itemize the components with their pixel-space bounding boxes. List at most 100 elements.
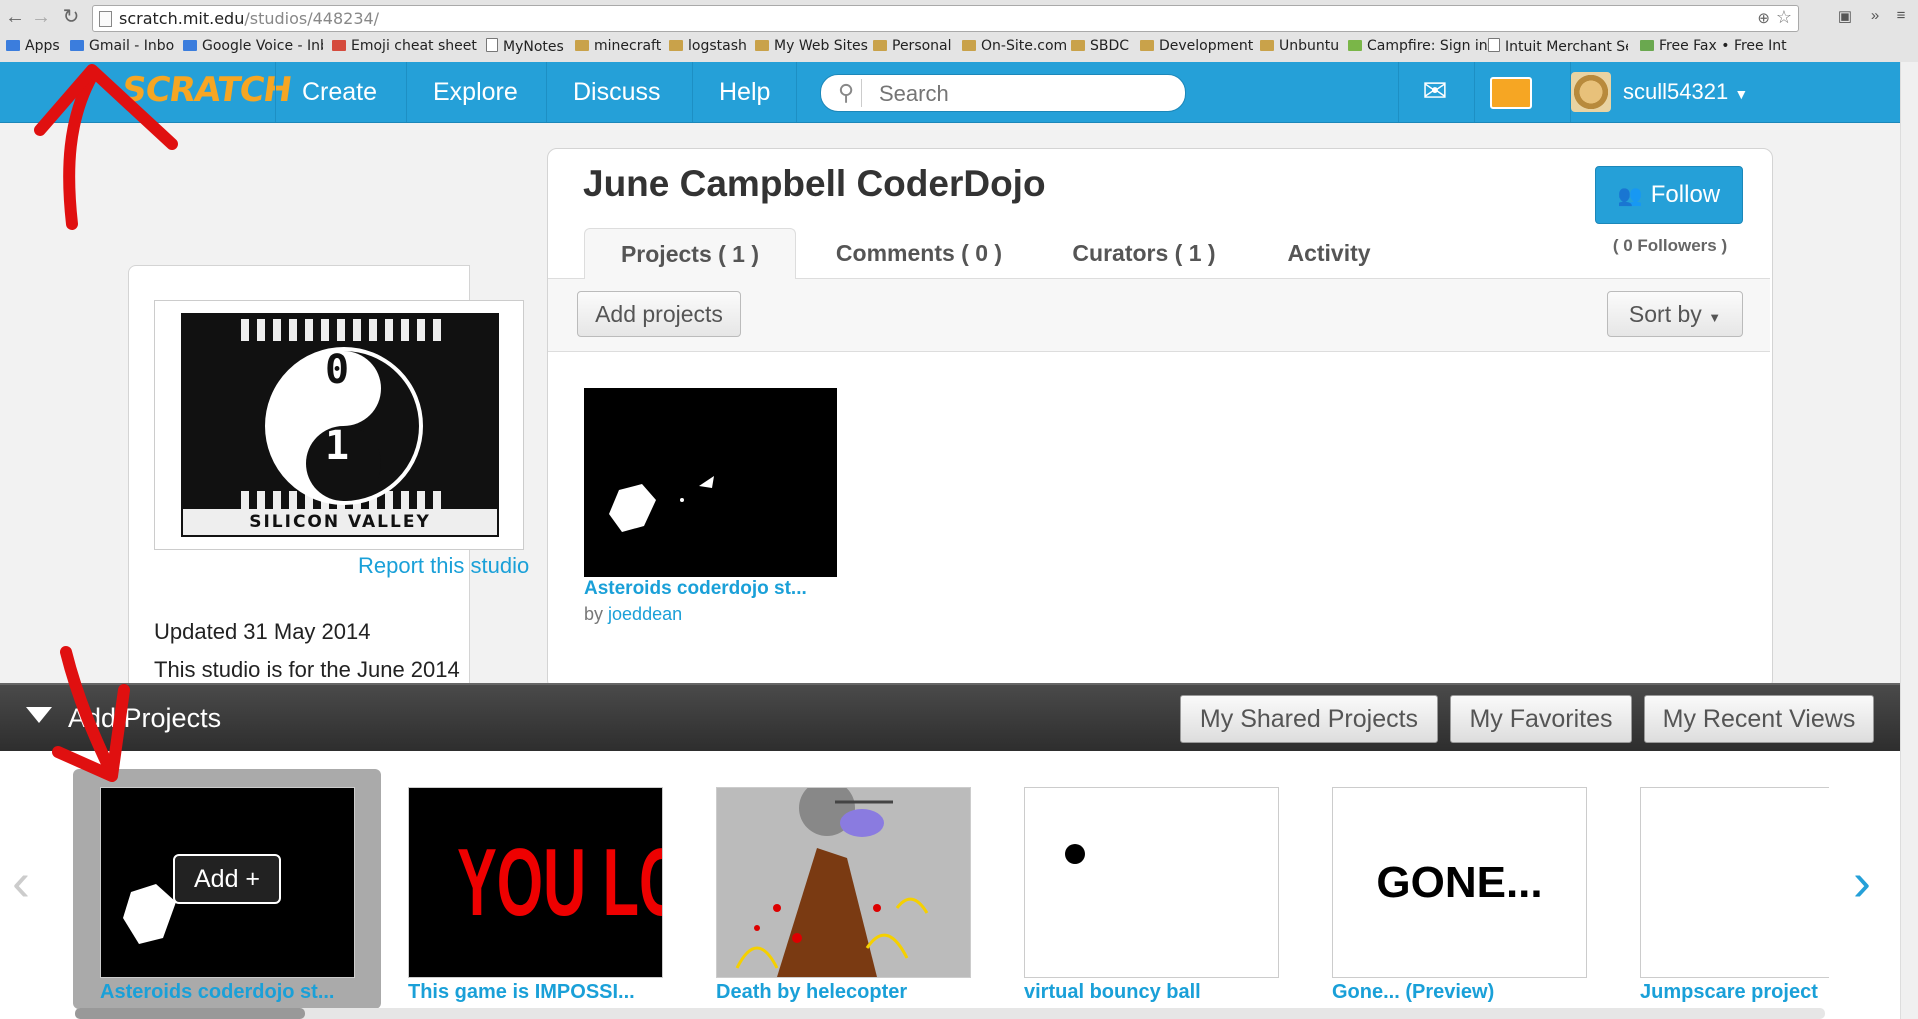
- project-thumbnail[interactable]: [584, 388, 837, 577]
- nav-explore[interactable]: Explore: [406, 62, 544, 122]
- studio-thumbnail: 0 1 SILICON VALLEY: [154, 300, 524, 550]
- back-icon[interactable]: ←: [4, 6, 26, 28]
- tray-project-card[interactable]: Jumpscare project: [1613, 769, 1829, 1009]
- you-lose-text: YOU LOSE: [457, 829, 662, 936]
- page-scrollbar[interactable]: [1900, 62, 1918, 1019]
- tab-curators[interactable]: Curators ( 1 ): [1044, 228, 1244, 278]
- folder-icon: [669, 40, 683, 51]
- bookmark-star-icon[interactable]: ☆: [1776, 7, 1792, 28]
- address-bar[interactable]: scratch.mit.edu/studios/448234/ ⊕ ☆: [92, 5, 1799, 32]
- bookmark-minecraft[interactable]: minecraft: [575, 38, 661, 54]
- studio-title: June Campbell CoderDojo: [583, 163, 1046, 204]
- tab-activity[interactable]: Activity: [1254, 228, 1404, 278]
- zoom-icon[interactable]: ⊕: [1757, 9, 1770, 27]
- tab-projects[interactable]: Projects ( 1 ): [584, 228, 796, 280]
- bookmark-sbdc[interactable]: SBDC: [1071, 38, 1129, 54]
- project-author: by joeddean: [584, 604, 683, 624]
- bookmark-development[interactable]: Development: [1140, 38, 1253, 54]
- studio-image: 0 1 SILICON VALLEY: [181, 313, 499, 537]
- gone-text: GONE...: [1376, 858, 1543, 907]
- more-bookmarks-icon[interactable]: »: [1866, 7, 1884, 25]
- browser-chrome: ← → ↻ scratch.mit.edu/studios/448234/ ⊕ …: [0, 0, 1918, 63]
- tab-comments[interactable]: Comments ( 0 ): [814, 228, 1024, 278]
- folder-icon: [1260, 40, 1274, 51]
- tray-project-title[interactable]: virtual bouncy ball: [1024, 981, 1201, 1004]
- author-link[interactable]: joeddean: [608, 604, 682, 624]
- tray-project-card[interactable]: Add + Asteroids coderdojo st...: [73, 769, 381, 1009]
- folder-icon: [962, 40, 976, 51]
- tray-scroll-thumb[interactable]: [75, 1008, 305, 1019]
- projects-toolbar: Add projects Sort by ▼: [548, 279, 1770, 352]
- my-favorites-button[interactable]: My Favorites: [1450, 695, 1632, 743]
- add-projects-tray: ‹ Add + Asteroids coderdojo st... YOU LO…: [0, 751, 1900, 1019]
- bookmark-campfire[interactable]: Campfire: Sign in: [1348, 38, 1488, 54]
- bookmark-emoji[interactable]: Emoji cheat sheet: [332, 38, 477, 54]
- user-menu[interactable]: scull54321 ▼: [1570, 62, 1748, 122]
- my-shared-projects-button[interactable]: My Shared Projects: [1180, 695, 1438, 743]
- tray-project-title[interactable]: Asteroids coderdojo st...: [100, 981, 334, 1004]
- bookmark-unbuntu[interactable]: Unbuntu: [1260, 38, 1339, 54]
- nav-help[interactable]: Help: [692, 62, 798, 122]
- tray-scrollbar[interactable]: [75, 1008, 1825, 1019]
- tray-project-title[interactable]: Gone... (Preview): [1332, 981, 1494, 1004]
- bookmark-intuit[interactable]: Intuit Merchant Se: [1488, 38, 1628, 55]
- digit-one: 1: [325, 423, 350, 469]
- bookmark-logstash[interactable]: logstash: [669, 38, 747, 54]
- url-path: /studios/448234/: [244, 9, 380, 28]
- scratch-logo[interactable]: SCRATCH: [119, 70, 294, 110]
- nav-discuss[interactable]: Discuss: [546, 62, 687, 122]
- tray-project-title[interactable]: This game is IMPOSSI...: [408, 981, 635, 1004]
- bookmarks-bar: Apps Gmail - Inbox Google Voice - Inbo E…: [0, 34, 1918, 60]
- folder-icon: [1140, 40, 1154, 51]
- bookmark-google-voice[interactable]: Google Voice - Inbo: [183, 38, 323, 54]
- nav-create[interactable]: Create: [275, 62, 403, 122]
- tray-project-card[interactable]: virtual bouncy ball: [997, 769, 1305, 1009]
- search-input[interactable]: [877, 79, 1171, 109]
- bookmark-free-fax[interactable]: Free Fax • Free Int: [1640, 38, 1790, 54]
- messages-icon[interactable]: ✉: [1398, 62, 1471, 122]
- project-title-link[interactable]: Asteroids coderdojo st...: [584, 578, 807, 600]
- bookmark-gmail[interactable]: Gmail - Inbox: [70, 38, 174, 54]
- tray-project-title[interactable]: Jumpscare project: [1640, 981, 1818, 1004]
- bookmark-my-web-sites[interactable]: My Web Sites: [755, 38, 868, 54]
- add-projects-button[interactable]: Add projects: [577, 291, 741, 337]
- follow-button[interactable]: 👥 Follow: [1595, 166, 1743, 224]
- url-host: scratch.mit.edu: [119, 9, 245, 28]
- tray-project-card[interactable]: YOU LOSE This game is IMPOSSI...: [381, 769, 689, 1009]
- google-voice-icon: [183, 40, 197, 51]
- users-icon: 👥: [1617, 185, 1643, 207]
- tray-project-card[interactable]: GONE... Gone... (Preview): [1305, 769, 1613, 1009]
- forward-icon[interactable]: →: [30, 6, 52, 28]
- add-project-button[interactable]: Add +: [173, 854, 281, 904]
- folder-icon: [1071, 40, 1085, 51]
- google-icon: [70, 40, 84, 51]
- scroll-left-icon[interactable]: ‹: [12, 851, 30, 913]
- intuit-icon: [1488, 38, 1500, 52]
- tray-title: Add Projects: [68, 703, 222, 733]
- extension-icon[interactable]: ▣: [1836, 7, 1854, 25]
- helicopter-scene: [735, 788, 929, 977]
- studio-image-caption: SILICON VALLEY: [183, 509, 497, 535]
- emoji-icon: [332, 40, 346, 51]
- menu-icon[interactable]: ≡: [1892, 7, 1910, 25]
- reload-icon[interactable]: ↻: [60, 6, 82, 28]
- bookmark-on-site[interactable]: On-Site.com: [962, 38, 1067, 54]
- folder-icon: [575, 40, 589, 51]
- bookmark-apps[interactable]: Apps: [6, 38, 60, 54]
- tray-project-card[interactable]: Death by helecopter: [689, 769, 997, 1009]
- bookmark-personal[interactable]: Personal: [873, 38, 952, 54]
- fax-icon: [1640, 40, 1654, 51]
- my-stuff-icon[interactable]: [1474, 62, 1547, 122]
- site-header: SCRATCH Create Explore Discuss Help ⚲ ✉ …: [0, 62, 1900, 123]
- bookmark-mynotes[interactable]: MyNotes: [486, 38, 564, 55]
- search-box[interactable]: ⚲: [820, 74, 1186, 112]
- collapse-triangle-icon[interactable]: [26, 707, 52, 723]
- scroll-right-icon[interactable]: ›: [1853, 851, 1871, 913]
- digit-zero: 0: [325, 347, 350, 393]
- page-icon: [486, 38, 498, 52]
- folder-icon: [873, 40, 887, 51]
- tray-project-title[interactable]: Death by helecopter: [716, 981, 907, 1004]
- sort-by-button[interactable]: Sort by ▼: [1607, 291, 1743, 337]
- my-recent-views-button[interactable]: My Recent Views: [1644, 695, 1874, 743]
- report-studio-link[interactable]: Report this studio: [358, 553, 529, 579]
